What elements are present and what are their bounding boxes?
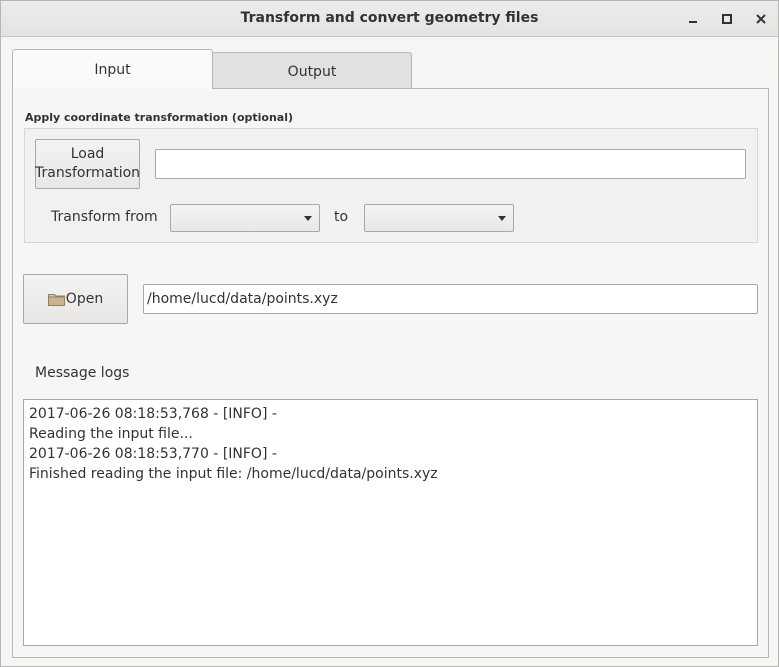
maximize-icon[interactable] [717, 9, 737, 29]
file-path-field[interactable]: /home/lucd/data/points.xyz [143, 284, 758, 314]
transform-group-title: Apply coordinate transformation (optiona… [25, 111, 294, 124]
log-line: Reading the input file... [29, 426, 193, 442]
chevron-down-icon [304, 216, 312, 221]
window-title: Transform and convert geometry files [240, 10, 539, 26]
title-bar[interactable]: Transform and convert geometry files [1, 1, 778, 37]
close-icon[interactable] [751, 9, 771, 29]
message-logs-title: Message logs [35, 365, 130, 381]
app-window: Transform and convert geometry files Inp… [0, 0, 779, 667]
load-transformation-button[interactable]: Load Transformation [35, 139, 140, 189]
tab-input-label: Input [94, 61, 131, 78]
transform-from-select[interactable] [170, 204, 320, 232]
transformation-path-field[interactable] [155, 149, 746, 179]
tab-output[interactable]: Output [212, 52, 412, 90]
open-button-label: Open [65, 291, 104, 307]
log-line: Finished reading the input file: /home/l… [29, 466, 438, 482]
chevron-down-icon [498, 216, 506, 221]
folder-icon [47, 293, 65, 306]
load-button-line2: Transformation [34, 165, 141, 181]
load-button-line1: Load [70, 146, 105, 162]
tab-input[interactable]: Input [12, 49, 213, 89]
transform-to-select[interactable] [364, 204, 514, 232]
open-button[interactable]: Open [23, 274, 128, 324]
log-line: 2017-06-26 08:18:53,770 - [INFO] - [29, 446, 277, 462]
message-log-area[interactable]: 2017-06-26 08:18:53,768 - [INFO] - Readi… [23, 399, 758, 646]
transform-to-label: to [334, 209, 349, 225]
log-line: 2017-06-26 08:18:53,768 - [INFO] - [29, 406, 277, 422]
tab-output-label: Output [287, 63, 337, 80]
transform-from-label: Transform from [51, 209, 158, 225]
minimize-icon[interactable] [683, 9, 703, 29]
